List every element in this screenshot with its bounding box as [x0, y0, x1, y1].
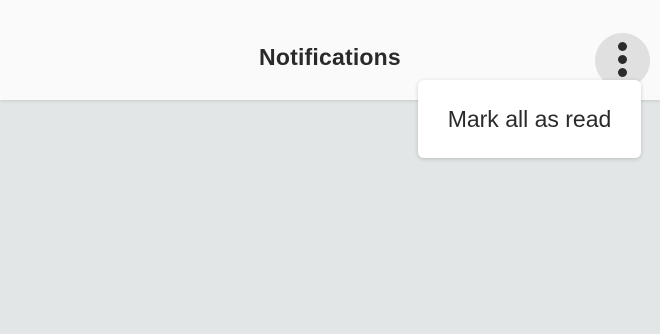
options-dropdown-menu: Mark all as read: [418, 80, 641, 158]
vertical-ellipsis-icon: [618, 42, 627, 51]
page-title: Notifications: [259, 44, 401, 70]
vertical-ellipsis-dot: [618, 68, 627, 77]
mark-all-as-read-menu-item[interactable]: Mark all as read: [418, 80, 641, 158]
vertical-ellipsis-dot: [618, 55, 627, 64]
